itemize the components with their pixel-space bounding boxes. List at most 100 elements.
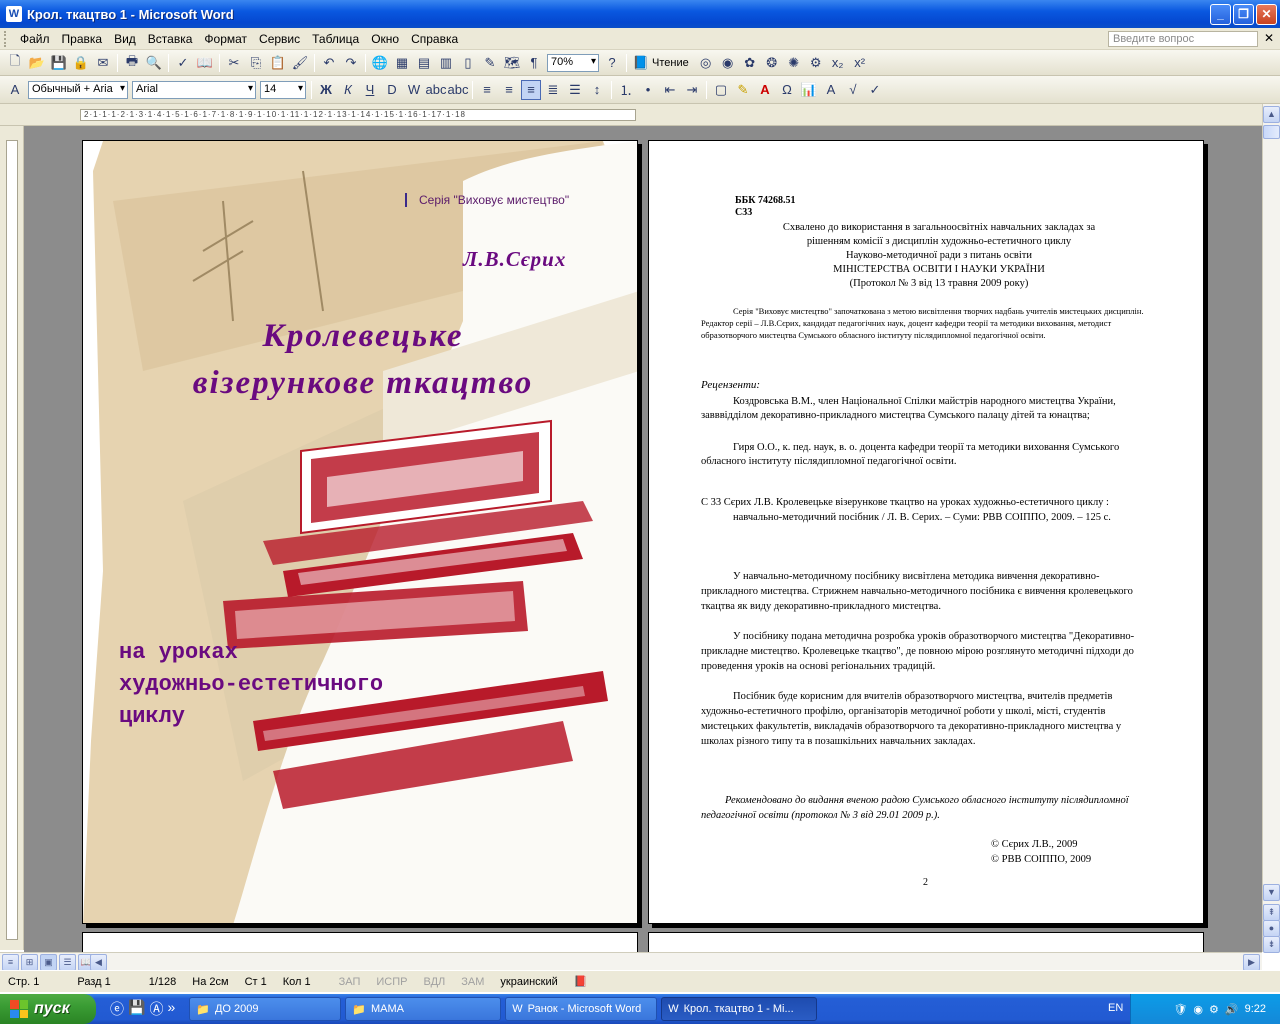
copy-icon[interactable]: ⎘: [246, 53, 266, 73]
check-icon[interactable]: ✓: [865, 80, 885, 100]
menu-help[interactable]: Справка: [405, 30, 464, 48]
previous-page-icon[interactable]: ⇞: [1263, 904, 1280, 921]
menu-format[interactable]: Формат: [198, 30, 253, 48]
menu-tools[interactable]: Сервис: [253, 30, 306, 48]
spelling-icon[interactable]: ✓: [173, 53, 193, 73]
web-view-icon[interactable]: ⊞: [21, 954, 38, 971]
tray-icon-1[interactable]: 🛡: [1173, 1003, 1187, 1016]
permission-icon[interactable]: 🔒: [71, 53, 91, 73]
menu-insert[interactable]: Вставка: [142, 30, 199, 48]
font-color-icon[interactable]: A: [755, 80, 775, 100]
show-hide-icon[interactable]: ¶: [524, 53, 544, 73]
status-language[interactable]: украинский: [492, 976, 565, 988]
justify-icon[interactable]: ≣: [543, 80, 563, 100]
read-icon[interactable]: 📘: [631, 53, 651, 73]
normal-view-icon[interactable]: ≡: [2, 954, 19, 971]
close-document-icon[interactable]: ✕: [1264, 31, 1274, 45]
save-icon[interactable]: 💾: [49, 53, 69, 73]
quick-launch-expand-icon[interactable]: »: [167, 999, 175, 1019]
bullets-icon[interactable]: •: [638, 80, 658, 100]
help-icon[interactable]: ?: [602, 53, 622, 73]
email-icon[interactable]: ✉: [93, 53, 113, 73]
font-select[interactable]: Arial: [132, 80, 256, 99]
subscript-icon[interactable]: x₂: [828, 53, 848, 73]
double-strike-icon[interactable]: abc: [448, 80, 469, 100]
equation-icon[interactable]: √: [843, 80, 863, 100]
symbol-icon[interactable]: Ω: [777, 80, 797, 100]
tray-icon-2[interactable]: ◉: [1193, 1003, 1203, 1016]
vertical-ruler-scale[interactable]: [6, 140, 18, 940]
tray-icon-3[interactable]: ⚙: [1209, 1003, 1219, 1016]
volume-icon[interactable]: 🔊: [1225, 1003, 1239, 1016]
columns-icon[interactable]: ▯: [458, 53, 478, 73]
status-record[interactable]: ЗАП: [319, 976, 369, 988]
menu-window[interactable]: Окно: [365, 30, 405, 48]
toolbar-extra-icon-3[interactable]: ✿: [740, 53, 760, 73]
imprint-page[interactable]: ББК 74268.51 С33 Схвалено до використанн…: [648, 140, 1204, 924]
scroll-down-icon[interactable]: ▼: [1263, 884, 1280, 901]
cover-page[interactable]: Серія "Виховує мистецтво" Л.В.Сєрих Крол…: [82, 140, 638, 924]
highlight-icon[interactable]: ✎: [733, 80, 753, 100]
menu-grip[interactable]: [4, 30, 8, 47]
font-size-select[interactable]: 14: [260, 80, 306, 99]
align-left-icon[interactable]: ≡: [477, 80, 497, 100]
numbering-icon[interactable]: ⒈: [616, 80, 636, 100]
scroll-up-icon[interactable]: ▲: [1263, 106, 1280, 123]
maximize-button[interactable]: ❐: [1233, 4, 1254, 25]
minimize-button[interactable]: _: [1210, 4, 1231, 25]
taskbar-button-word-ranok[interactable]: W Ранок - Microsoft Word: [505, 997, 658, 1021]
research-icon[interactable]: 📖: [195, 53, 215, 73]
scroll-right-icon[interactable]: ▶: [1243, 954, 1260, 971]
status-track-changes[interactable]: ИСПР: [368, 976, 415, 988]
insert-table-icon[interactable]: ▤: [414, 53, 434, 73]
align-center-icon[interactable]: ≡: [499, 80, 519, 100]
bold-icon[interactable]: Ж: [316, 80, 336, 100]
menu-edit[interactable]: Правка: [56, 30, 109, 48]
help-question-input[interactable]: Введите вопрос: [1108, 31, 1258, 47]
print-layout-icon[interactable]: ▣: [40, 954, 57, 971]
increase-indent-icon[interactable]: ⇥: [682, 80, 702, 100]
menu-file[interactable]: Файл: [14, 30, 56, 48]
drawing-icon[interactable]: ✎: [480, 53, 500, 73]
page-3-top[interactable]: [82, 932, 638, 952]
word-underline-icon[interactable]: W: [404, 80, 424, 100]
page-4-top[interactable]: [648, 932, 1204, 952]
toolbar-extra-icon-1[interactable]: ◎: [696, 53, 716, 73]
status-overtype[interactable]: ЗАМ: [453, 976, 492, 988]
horizontal-scrollbar[interactable]: ≡ ⊞ ▣ ☰ 📖 ◀ ▶: [0, 952, 1262, 971]
style-select[interactable]: Обычный + Aria: [28, 80, 128, 99]
ruler-scale[interactable]: 2·1·1·1·2·1·3·1·4·1·5·1·6·1·7·1·8·1·9·1·…: [80, 109, 636, 121]
underline-icon[interactable]: Ч: [360, 80, 380, 100]
chart-icon[interactable]: 📊: [799, 80, 819, 100]
superscript-icon[interactable]: x²: [850, 53, 870, 73]
scroll-thumb[interactable]: [1263, 125, 1280, 139]
print-preview-icon[interactable]: 🔍: [144, 53, 164, 73]
close-button[interactable]: ✕: [1256, 4, 1277, 25]
toolbar-extra-icon-5[interactable]: ✺: [784, 53, 804, 73]
start-button[interactable]: пуск: [0, 994, 96, 1024]
zoom-select[interactable]: 70%: [547, 53, 599, 72]
floppy-icon[interactable]: 💾: [128, 999, 145, 1019]
format-painter-icon[interactable]: 🖌: [290, 53, 310, 73]
taskbar-button-folder-do2009[interactable]: 📁 ДО 2009: [189, 997, 342, 1021]
insert-excel-icon[interactable]: ▥: [436, 53, 456, 73]
cut-icon[interactable]: ✂: [224, 53, 244, 73]
line-spacing-icon[interactable]: ↕: [587, 80, 607, 100]
undo-icon[interactable]: ↶: [319, 53, 339, 73]
new-document-icon[interactable]: 🗋: [5, 53, 25, 73]
read-button-label[interactable]: Чтение: [652, 57, 689, 69]
browse-object-icon[interactable]: ●: [1263, 920, 1280, 937]
toolbar-extra-icon-6[interactable]: ⚙: [806, 53, 826, 73]
word-app-icon[interactable]: W: [6, 6, 22, 22]
wordart-icon[interactable]: A: [821, 80, 841, 100]
borders-icon[interactable]: ▢: [711, 80, 731, 100]
language-indicator[interactable]: EN: [1108, 1002, 1123, 1014]
taskbar-button-word-active[interactable]: W Крол. ткацтво 1 - Mi...: [661, 997, 818, 1021]
app-icon[interactable]: Ⓐ: [149, 999, 163, 1019]
toolbar-extra-icon-4[interactable]: ❂: [762, 53, 782, 73]
redo-icon[interactable]: ↷: [341, 53, 361, 73]
strikethrough-icon[interactable]: abc: [426, 80, 447, 100]
print-icon[interactable]: 🖶: [122, 53, 142, 73]
italic-icon[interactable]: К: [338, 80, 358, 100]
distributed-icon[interactable]: ☰: [565, 80, 585, 100]
